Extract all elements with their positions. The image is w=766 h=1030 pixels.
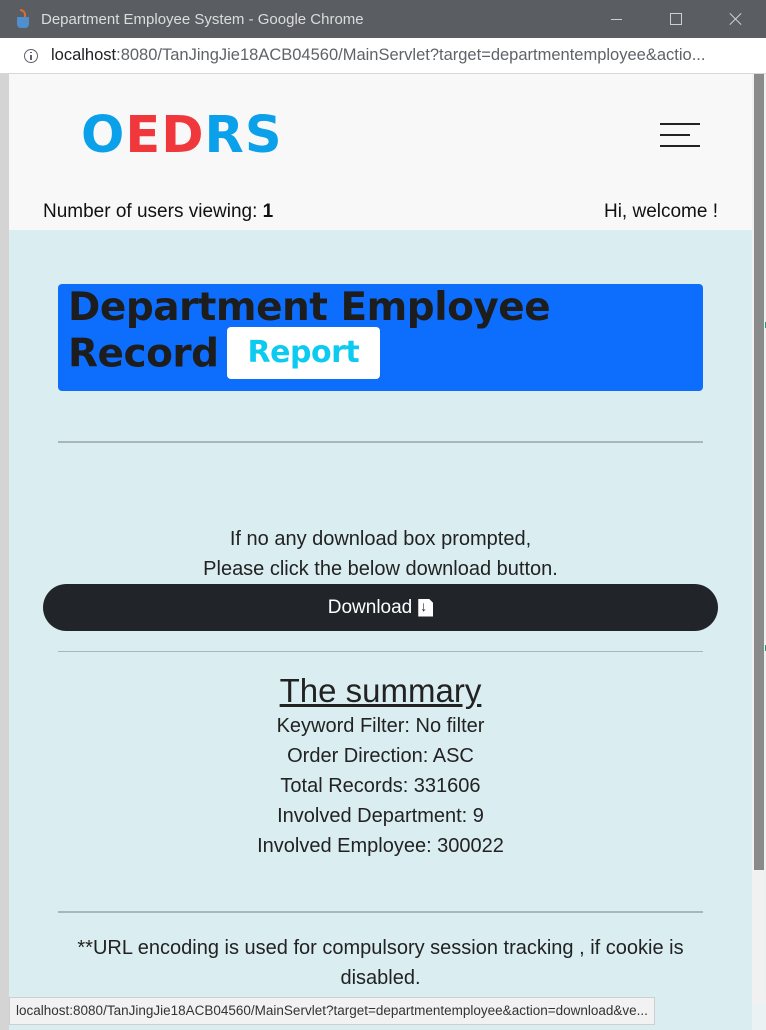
logo-letter: R (204, 106, 245, 165)
download-notice-line2: Please click the below download button. (203, 558, 558, 580)
summary-item: Keyword Filter: No filter (276, 715, 485, 737)
maximize-icon (670, 13, 682, 25)
page-viewport: OEDRS Number of users viewing: 1 Hi, wel… (9, 74, 752, 1030)
page-title: Department Employee Record Report (68, 286, 703, 382)
window-title: Department Employee System - Google Chro… (41, 10, 364, 28)
minimize-button[interactable] (586, 0, 646, 38)
summary-item: Involved Department: 9 (277, 805, 484, 827)
summary-list: Keyword Filter: No filter Order Directio… (9, 711, 752, 861)
close-button[interactable] (706, 0, 766, 38)
url-path: :8080/TanJingJie18ACB04560/MainServlet?t… (116, 46, 706, 64)
welcome-text: Hi, welcome ! (603, 201, 718, 222)
oedrs-logo[interactable]: OEDRS (81, 104, 283, 168)
url-host: localhost (51, 46, 117, 64)
maximize-button[interactable] (646, 0, 706, 38)
logo-letter: E (125, 106, 162, 165)
hamburger-menu-icon[interactable] (660, 121, 700, 151)
address-bar[interactable]: localhost:8080/TanJingJie18ACB04560/Main… (0, 38, 766, 74)
divider (58, 651, 703, 652)
summary-item: Involved Employee: 300022 (257, 835, 504, 857)
divider (58, 911, 703, 913)
info-icon[interactable] (24, 48, 38, 63)
download-button[interactable]: Download (43, 584, 718, 631)
users-viewing-count: 1 (262, 201, 274, 222)
summary-title: The summary (279, 672, 482, 709)
file-download-icon (418, 598, 434, 617)
logo-letter: O (81, 106, 126, 165)
divider (58, 441, 703, 443)
users-viewing: Number of users viewing: 1 (43, 201, 273, 223)
page-title-banner: Department Employee Record Report (58, 284, 703, 391)
url-text[interactable]: localhost:8080/TanJingJie18ACB04560/Main… (51, 46, 741, 65)
vertical-scrollbar[interactable] (752, 74, 765, 1004)
window-controls (586, 0, 766, 38)
minimize-icon (610, 18, 622, 20)
download-notice-line1: If no any download box prompted, (229, 528, 532, 550)
report-badge: Report (226, 327, 381, 379)
close-icon (729, 12, 743, 26)
url-encoding-note: **URL encoding is used for compulsory se… (77, 937, 684, 989)
site-header: OEDRS Number of users viewing: 1 Hi, wel… (9, 74, 752, 230)
window-titlebar[interactable]: Department Employee System - Google Chro… (0, 0, 766, 38)
logo-letter: S (244, 106, 283, 165)
scrollbar-thumb[interactable] (754, 74, 764, 870)
download-button-label: Download (327, 596, 413, 618)
logo-letter: D (161, 106, 205, 165)
summary-item: Total Records: 331606 (280, 775, 481, 797)
java-app-icon (14, 8, 32, 30)
summary-item: Order Direction: ASC (287, 745, 474, 767)
status-bar-url: localhost:8080/TanJingJie18ACB04560/Main… (9, 997, 655, 1025)
users-viewing-label: Number of users viewing: (43, 201, 263, 222)
